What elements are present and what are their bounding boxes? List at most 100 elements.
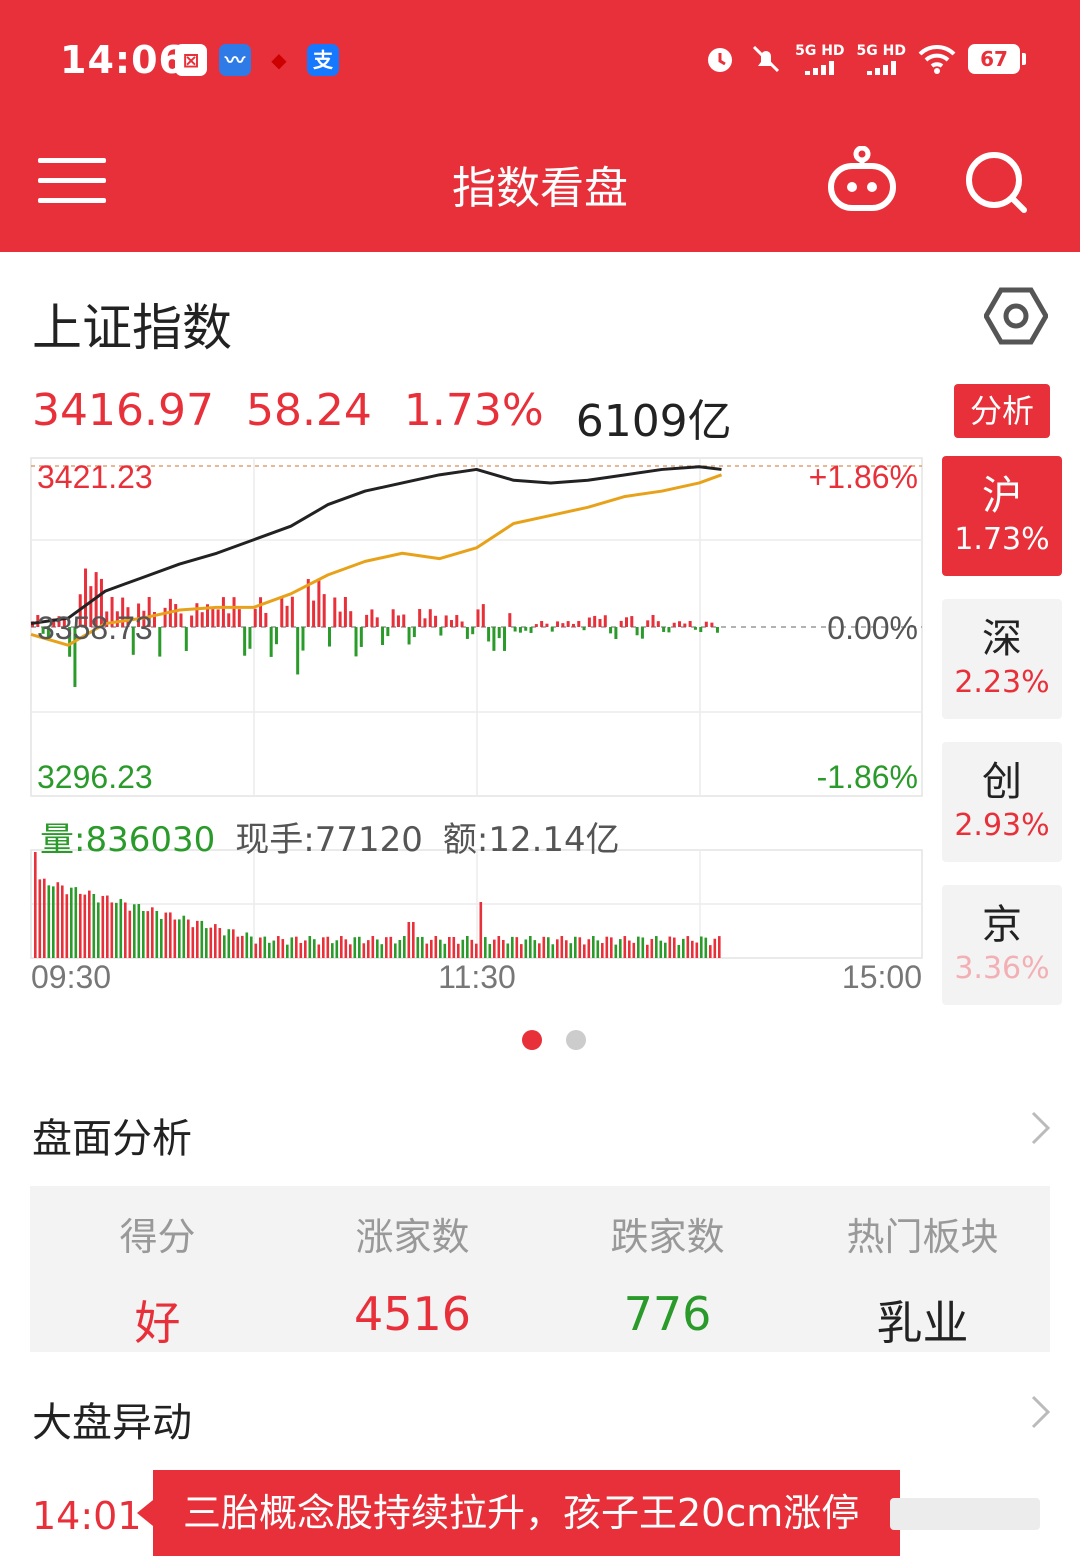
volume-bar (106, 895, 109, 958)
volume-bar (655, 936, 658, 958)
volume-bar (70, 887, 73, 958)
momentum-bar (269, 627, 273, 657)
market-tab-bj[interactable]: 京 3.36% (942, 885, 1062, 1005)
momentum-bar (343, 597, 347, 627)
momentum-bar (200, 612, 204, 627)
momentum-bar (672, 622, 676, 627)
volume-bar (556, 939, 559, 958)
momentum-bar (184, 627, 188, 651)
momentum-bar (662, 627, 666, 632)
panel-analysis-board[interactable]: 得分 好 涨家数 4516 跌家数 776 热门板块 乳业 (30, 1186, 1050, 1352)
momentum-bar (402, 614, 406, 627)
momentum-bar (545, 623, 549, 627)
volume-bar (178, 919, 181, 958)
volume-bar (542, 936, 546, 958)
momentum-bar (317, 580, 321, 627)
momentum-bar (211, 609, 215, 627)
momentum-bar (418, 609, 422, 627)
volume-bar (272, 940, 276, 958)
volume-bar (677, 944, 681, 958)
status-time: 14:06 (60, 38, 186, 82)
market-tab-cy[interactable]: 创 2.93% (942, 742, 1062, 862)
momentum-bar (158, 627, 162, 657)
volume-bar (38, 879, 42, 958)
momentum-bar (322, 594, 326, 627)
momentum-bar (598, 618, 602, 627)
momentum-bar (190, 615, 194, 627)
volume-bar (434, 936, 438, 958)
volume-bar (421, 936, 424, 958)
stock-app-icon: 〰 (219, 44, 251, 76)
momentum-bar (439, 627, 443, 636)
volume-bar (596, 940, 600, 958)
volume-total: 量:836030 (40, 820, 216, 860)
volume-bar (344, 939, 348, 958)
volume-bar (614, 944, 618, 958)
chevron-right-icon[interactable] (1030, 1110, 1052, 1146)
momentum-bar (540, 621, 544, 627)
volume-bar (475, 943, 478, 958)
status-indicators: 5G HD 5G HD 67 (703, 42, 1026, 76)
momentum-bar (312, 600, 316, 627)
volume-bar (574, 936, 577, 958)
momentum-bar (503, 627, 507, 651)
volume-bar (164, 912, 168, 958)
volume-turnover: 额:12.14亿 (442, 820, 620, 860)
volume-bar (700, 936, 703, 958)
momentum-bar (497, 627, 501, 639)
search-icon[interactable] (964, 150, 1028, 214)
volume-bar (151, 907, 154, 958)
volume-bar (200, 920, 204, 958)
momentum-bar (216, 609, 220, 627)
page-dot-1[interactable] (522, 1030, 542, 1050)
volume-bar (241, 935, 244, 958)
volume-bar (308, 936, 312, 958)
volume-bar (61, 885, 64, 958)
momentum-bar (630, 616, 634, 627)
volume-bar (182, 915, 186, 958)
volume-bar (56, 882, 60, 958)
market-tab-sh[interactable]: 沪 1.73% (942, 456, 1062, 576)
chevron-right-icon[interactable] (1030, 1394, 1052, 1430)
volume-bar (443, 943, 447, 958)
y-axis-left-label: 3358.73 (37, 610, 153, 646)
market-movement-title[interactable]: 大盘异动 (32, 1390, 192, 1448)
watermark (890, 1498, 1040, 1530)
analysis-button[interactable]: 分析 (954, 384, 1050, 438)
volume-bar (322, 937, 325, 958)
volume-bar (524, 939, 528, 958)
page-dot-2[interactable] (566, 1030, 586, 1050)
momentum-bar (248, 627, 252, 649)
momentum-bar (455, 615, 459, 627)
volume-bar (673, 937, 676, 958)
momentum-bar (529, 627, 533, 633)
intraday-chart[interactable]: 3421.23 3358.73 3296.23 +1.86% 0.00% -1.86% 09… (0, 440, 940, 1000)
robot-assistant-icon[interactable] (826, 146, 898, 212)
market-tab-sz[interactable]: 深 2.23% (942, 599, 1062, 719)
event-item[interactable]: 三胎概念股持续拉升，孩子王20cm涨停 (137, 1470, 900, 1556)
volume-bar (682, 938, 685, 958)
panel-analysis-title[interactable]: 盘面分析 (32, 1106, 192, 1164)
volume-bar (268, 942, 271, 958)
momentum-bar (556, 621, 560, 627)
momentum-bar (566, 621, 570, 627)
momentum-bar (518, 627, 522, 633)
volume-bar (250, 936, 253, 958)
volume-bar (317, 944, 321, 958)
volume-bar (128, 910, 132, 958)
volume-bar (65, 894, 69, 958)
volume-bar (691, 940, 694, 958)
volume-bar (79, 893, 82, 958)
momentum-bar (487, 627, 491, 642)
volume-bar (196, 920, 199, 958)
momentum-bar (603, 615, 607, 627)
volume-bar (529, 936, 532, 958)
volume-bar (74, 887, 78, 958)
volume-bar (425, 943, 429, 958)
volume-bar (466, 936, 469, 958)
status-app-icons: ⊠ 〰 ◆ 支 (175, 44, 339, 76)
volume-bar (587, 939, 591, 958)
volume-bar (119, 898, 123, 958)
volume-bar (232, 929, 235, 958)
settings-hexagon-icon[interactable] (984, 286, 1048, 346)
